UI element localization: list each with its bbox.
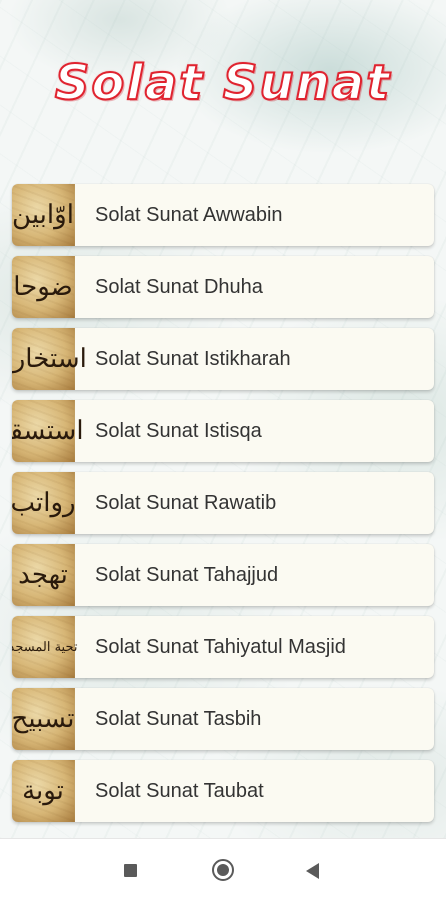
list-item-tasbih[interactable]: تسبيح Solat Sunat Tasbih xyxy=(12,688,434,750)
thumbnail-arabic-text: ضوحا xyxy=(13,272,73,302)
prayer-list: اوّابين Solat Sunat Awwabin ضوحا Solat S… xyxy=(12,184,434,832)
home-circle-icon[interactable] xyxy=(212,859,234,881)
calligraphy-thumbnail: رواتب xyxy=(12,472,76,534)
calligraphy-thumbnail: توبة xyxy=(12,760,75,822)
list-item-rawatib[interactable]: رواتب Solat Sunat Rawatib xyxy=(12,472,434,534)
list-item-label: Solat Sunat Istikharah xyxy=(95,347,291,370)
list-item-label: Solat Sunat Tahiyatul Masjid xyxy=(95,635,346,658)
calligraphy-thumbnail: استسقا xyxy=(12,400,84,462)
calligraphy-thumbnail: تسبيح xyxy=(12,688,75,750)
list-item-istisqa[interactable]: استسقا Solat Sunat Istisqa xyxy=(12,400,434,462)
list-item-label: Solat Sunat Tahajjud xyxy=(95,563,279,586)
list-item-taubat[interactable]: توبة Solat Sunat Taubat xyxy=(12,760,434,822)
thumbnail-arabic-text: تسبيح xyxy=(12,704,75,734)
list-item-tahajjud[interactable]: تهجد Solat Sunat Tahajjud xyxy=(12,544,434,606)
list-item-awwabin[interactable]: اوّابين Solat Sunat Awwabin xyxy=(12,184,434,246)
calligraphy-thumbnail: ضوحا xyxy=(12,256,75,318)
thumbnail-arabic-text: اوّابين xyxy=(12,200,74,230)
system-navigation-bar xyxy=(0,838,446,900)
thumbnail-arabic-text: تحية المسجد xyxy=(12,639,78,655)
calligraphy-thumbnail: تهجد xyxy=(12,544,75,606)
list-item-tahiyatul-masjid[interactable]: تحية المسجد Solat Sunat Tahiyatul Masjid xyxy=(12,616,434,678)
list-item-dhuha[interactable]: ضوحا Solat Sunat Dhuha xyxy=(12,256,434,318)
list-item-label: Solat Sunat Taubat xyxy=(95,779,264,802)
list-item-label: Solat Sunat Dhuha xyxy=(95,275,263,298)
list-item-label: Solat Sunat Tasbih xyxy=(95,707,262,730)
thumbnail-arabic-text: تهجد xyxy=(18,560,68,590)
page-title: Solat Sunat xyxy=(54,54,392,112)
calligraphy-thumbnail: استخارة xyxy=(12,328,87,390)
back-triangle-icon[interactable] xyxy=(306,863,319,879)
thumbnail-arabic-text: استخارة xyxy=(12,344,87,374)
thumbnail-arabic-text: توبة xyxy=(22,776,64,806)
list-item-istikharah[interactable]: استخارة Solat Sunat Istikharah xyxy=(12,328,434,390)
thumbnail-arabic-text: استسقا xyxy=(12,416,84,446)
recents-square-icon[interactable] xyxy=(124,864,137,877)
calligraphy-thumbnail: تحية المسجد xyxy=(12,616,78,678)
thumbnail-arabic-text: رواتب xyxy=(12,488,76,518)
calligraphy-thumbnail: اوّابين xyxy=(12,184,75,246)
list-item-label: Solat Sunat Rawatib xyxy=(95,491,277,514)
list-item-label: Solat Sunat Istisqa xyxy=(95,419,262,442)
list-item-label: Solat Sunat Awwabin xyxy=(95,203,283,226)
